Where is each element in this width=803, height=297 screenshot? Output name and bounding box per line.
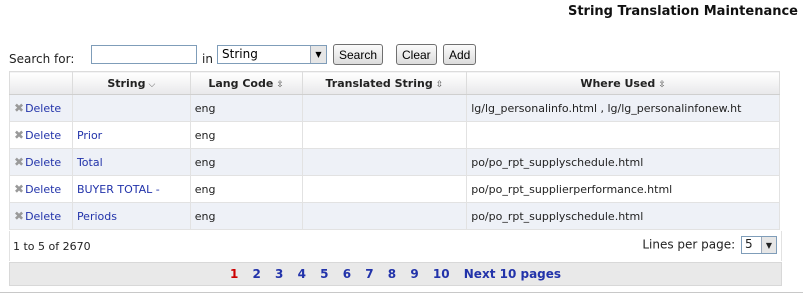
header-translated-string[interactable]: Translated String ⇳ <box>301 71 468 95</box>
page-link[interactable]: 10 <box>433 267 450 281</box>
page-link[interactable]: 8 <box>388 267 396 281</box>
x-icon: ✖ <box>14 128 25 142</box>
bottom-divider <box>0 292 803 293</box>
in-label: in <box>202 52 213 66</box>
lines-per-page: Lines per page: 5 ▼ <box>642 236 777 254</box>
table-footer: 1 to 5 of 2670 Lines per page: 5 ▼ <box>9 231 782 261</box>
table-header-row: String ⌵ Lang Code ⇳ Translated String ⇳ Wh… <box>9 71 780 95</box>
search-label: Search for: <box>9 52 75 66</box>
where-used-cell <box>466 121 780 149</box>
string-link[interactable]: Total <box>77 156 103 169</box>
x-icon: ✖ <box>14 182 25 196</box>
page-link[interactable]: 5 <box>320 267 328 281</box>
translated-cell <box>301 202 468 230</box>
pagination: 1 2 3 4 5 6 7 8 9 10 Next 10 pages <box>9 262 782 286</box>
delete-cell[interactable]: ✖Delete <box>9 94 73 122</box>
lang-code-cell: eng <box>189 121 303 149</box>
table-row: ✖Delete Total eng po/po_rpt_supplyschedu… <box>9 148 780 176</box>
page-link[interactable]: 2 <box>253 267 261 281</box>
delete-cell[interactable]: ✖Delete <box>9 202 73 230</box>
delete-cell[interactable]: ✖Delete <box>9 148 73 176</box>
chevron-down-icon: ⌵ <box>148 79 156 90</box>
delete-cell[interactable]: ✖Delete <box>9 175 73 203</box>
page-link[interactable]: 9 <box>410 267 418 281</box>
translated-cell <box>301 175 468 203</box>
translated-cell <box>301 148 468 176</box>
translated-cell <box>301 94 468 122</box>
dropdown-arrow-icon[interactable]: ▼ <box>310 46 326 63</box>
search-field-value: String <box>222 47 258 61</box>
delete-link[interactable]: Delete <box>25 129 61 142</box>
next-pages-link[interactable]: Next 10 pages <box>464 267 561 281</box>
page-title: String Translation Maintenance <box>567 4 798 19</box>
lang-code-cell: eng <box>189 94 303 122</box>
page-link[interactable]: 7 <box>365 267 373 281</box>
where-used-cell: po/po_rpt_supplierperformance.html <box>466 175 780 203</box>
page-link[interactable]: 4 <box>298 267 306 281</box>
search-toolbar: Search for: in String ▼ Search Clear Add <box>9 44 489 66</box>
page-current: 1 <box>229 267 239 281</box>
x-icon: ✖ <box>14 101 25 115</box>
where-used-cell: lg/lg_personalinfo.html , lg/lg_personal… <box>466 94 780 122</box>
search-input[interactable] <box>91 45 197 64</box>
x-icon: ✖ <box>14 155 25 169</box>
x-icon: ✖ <box>14 209 25 223</box>
delete-link[interactable]: Delete <box>25 156 61 169</box>
translations-table: String ⌵ Lang Code ⇳ Translated String ⇳ Wh… <box>9 71 780 230</box>
lang-code-cell: eng <box>189 202 303 230</box>
table-row: ✖Delete Prior eng <box>9 121 780 149</box>
table-row: ✖Delete BUYER TOTAL - eng po/po_rpt_supp… <box>9 175 780 203</box>
delete-link[interactable]: Delete <box>25 210 61 223</box>
search-field-select[interactable]: String ▼ <box>217 45 327 64</box>
sort-arrows-icon: ⇳ <box>435 79 444 90</box>
header-lang-code[interactable]: Lang Code ⇳ <box>189 71 303 95</box>
header-where-used[interactable]: Where Used ⇳ <box>466 71 780 95</box>
table-row: ✖Delete eng lg/lg_personalinfo.html , lg… <box>9 94 780 122</box>
record-count: 1 to 5 of 2670 <box>13 240 91 253</box>
page-link[interactable]: 6 <box>343 267 351 281</box>
table-row: ✖Delete Periods eng po/po_rpt_supplysche… <box>9 202 780 230</box>
where-used-cell: po/po_rpt_supplyschedule.html <box>466 202 780 230</box>
translated-cell <box>301 121 468 149</box>
lines-per-page-value: 5 <box>745 237 753 251</box>
dropdown-arrow-icon[interactable]: ▼ <box>761 237 776 253</box>
where-used-cell: po/po_rpt_supplyschedule.html <box>466 148 780 176</box>
delete-link[interactable]: Delete <box>25 102 61 115</box>
lang-code-cell: eng <box>189 175 303 203</box>
delete-link[interactable]: Delete <box>25 183 61 196</box>
delete-cell[interactable]: ✖Delete <box>9 121 73 149</box>
lines-per-page-label: Lines per page: <box>642 237 736 252</box>
clear-button[interactable]: Clear <box>396 44 437 65</box>
page-link[interactable]: 3 <box>275 267 283 281</box>
sort-arrows-icon: ⇳ <box>658 79 666 90</box>
search-button[interactable]: Search <box>333 44 384 65</box>
header-action <box>9 71 73 95</box>
lang-code-cell: eng <box>189 148 303 176</box>
lines-per-page-select[interactable]: 5 ▼ <box>741 236 777 254</box>
header-string[interactable]: String ⌵ <box>71 71 191 95</box>
string-link[interactable]: Periods <box>77 210 117 223</box>
string-link[interactable]: Prior <box>77 129 102 142</box>
string-link[interactable]: BUYER TOTAL - <box>77 183 160 196</box>
sort-arrows-icon: ⇳ <box>276 79 284 90</box>
add-button[interactable]: Add <box>443 44 477 65</box>
